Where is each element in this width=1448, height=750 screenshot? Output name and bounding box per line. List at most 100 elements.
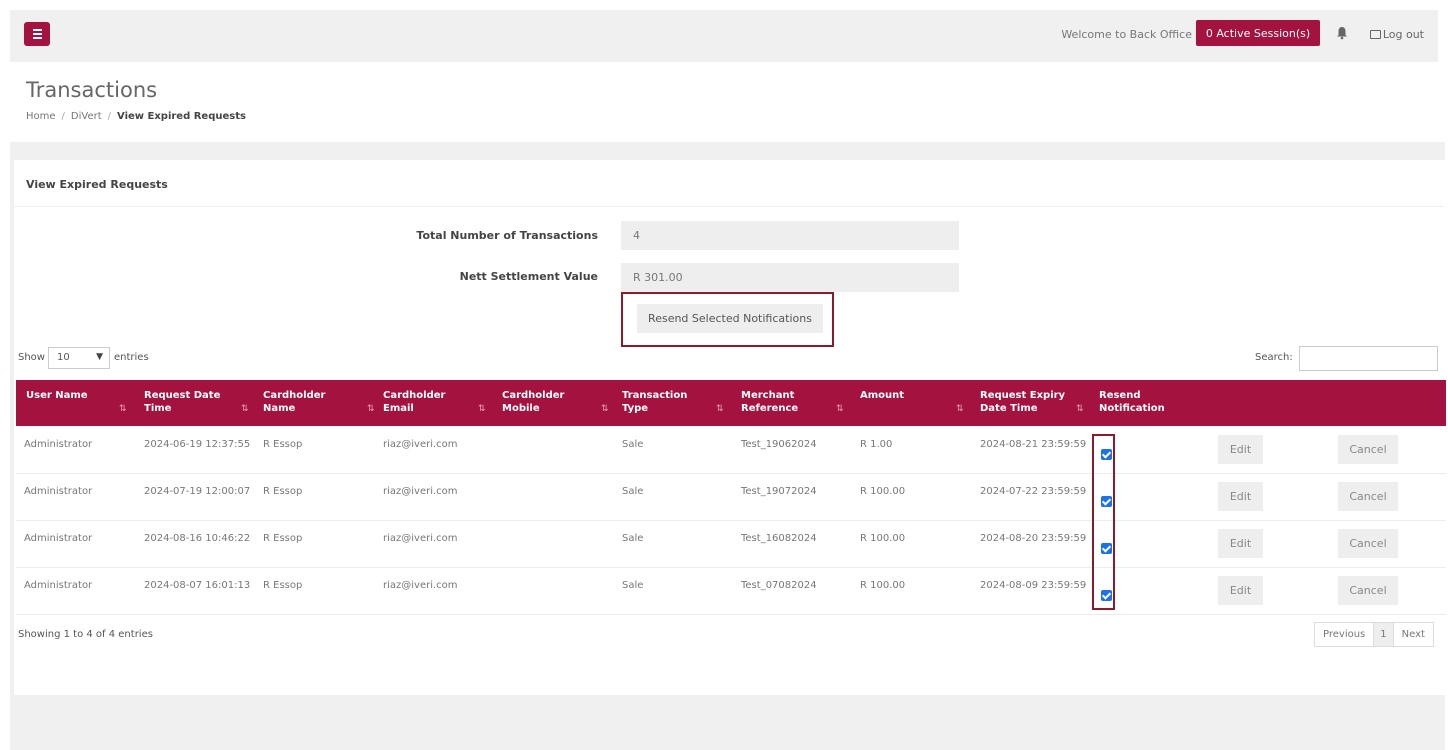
- header-line: Time: [144, 403, 172, 414]
- column-header-user-name[interactable]: User Name: [26, 389, 88, 402]
- resend-button-highlight: Resend Selected Notifications: [621, 292, 834, 347]
- sort-icon[interactable]: ⇅: [367, 404, 375, 414]
- top-bar: Welcome to Back Office 0 Active Session(…: [10, 10, 1438, 62]
- cell-transaction-type: Sale: [622, 533, 644, 544]
- search-input[interactable]: [1299, 346, 1438, 371]
- sort-icon[interactable]: ⇅: [119, 404, 127, 414]
- header-line: Cardholder: [383, 390, 446, 401]
- cell-expiry: 2024-08-09 23:59:59: [980, 580, 1087, 591]
- cancel-button[interactable]: Cancel: [1338, 482, 1398, 511]
- header-line: Transaction: [622, 390, 688, 401]
- cell-expiry: 2024-08-21 23:59:59: [980, 439, 1087, 450]
- cell-user: Administrator: [24, 486, 93, 497]
- table-header: User Name ⇅ Request Date Time ⇅ Cardholde…: [16, 380, 1446, 426]
- cell-request-date: 2024-07-19 12:00:07: [144, 486, 251, 497]
- cell-cardholder-email: riaz@iveri.com: [383, 486, 458, 497]
- nett-settlement-label: Nett Settlement Value: [459, 270, 598, 283]
- menu-button[interactable]: [24, 22, 50, 46]
- column-header-cardholder-name[interactable]: Cardholder Name: [263, 389, 325, 415]
- cancel-button[interactable]: Cancel: [1338, 576, 1398, 605]
- breadcrumb-divert[interactable]: DiVert: [71, 111, 102, 122]
- cell-user: Administrator: [24, 439, 93, 450]
- breadcrumb-separator: /: [61, 111, 65, 122]
- edit-button[interactable]: Edit: [1218, 482, 1263, 511]
- table-row: Administrator 2024-07-19 12:00:07 R Esso…: [16, 474, 1446, 521]
- cell-user: Administrator: [24, 533, 93, 544]
- cancel-button[interactable]: Cancel: [1338, 529, 1398, 558]
- breadcrumb-current: View Expired Requests: [117, 111, 246, 122]
- header-line: Email: [383, 403, 414, 414]
- cell-request-date: 2024-08-16 10:46:22: [144, 533, 251, 544]
- table-row: Administrator 2024-08-07 16:01:13 R Esso…: [16, 568, 1446, 615]
- header-line: Cardholder: [263, 390, 326, 401]
- bell-icon[interactable]: [1336, 26, 1348, 40]
- edit-button[interactable]: Edit: [1218, 435, 1263, 464]
- nett-settlement-field: R 301.00: [621, 263, 959, 292]
- cancel-button[interactable]: Cancel: [1338, 435, 1398, 464]
- active-sessions-button[interactable]: 0 Active Session(s): [1196, 20, 1320, 46]
- sort-icon[interactable]: ⇅: [601, 404, 609, 414]
- cell-merchant-reference: Test_16082024: [741, 533, 817, 544]
- column-header-amount[interactable]: Amount: [860, 389, 904, 402]
- total-transactions-field: 4: [621, 221, 959, 250]
- breadcrumb-separator: /: [107, 111, 112, 122]
- pagination: Previous 1 Next: [1314, 622, 1434, 647]
- header-line: Name: [263, 403, 296, 414]
- cell-expiry: 2024-07-22 23:59:59: [980, 486, 1087, 497]
- cell-cardholder-name: R Essop: [263, 533, 303, 544]
- header-line: Mobile: [502, 403, 540, 414]
- sort-icon[interactable]: ⇅: [836, 404, 844, 414]
- header-line: User Name: [26, 390, 88, 401]
- edit-button[interactable]: Edit: [1218, 529, 1263, 558]
- sort-icon[interactable]: ⇅: [1076, 404, 1084, 414]
- previous-page-button[interactable]: Previous: [1315, 623, 1374, 646]
- sort-icon[interactable]: ⇅: [241, 404, 249, 414]
- cell-request-date: 2024-08-07 16:01:13: [144, 580, 251, 591]
- logout-link[interactable]: Log out: [1369, 28, 1424, 41]
- cell-cardholder-email: riaz@iveri.com: [383, 439, 458, 450]
- page-1-button[interactable]: 1: [1373, 623, 1394, 646]
- column-header-merchant-reference[interactable]: Merchant Reference: [741, 389, 798, 415]
- panel-title: View Expired Requests: [26, 178, 168, 191]
- cell-transaction-type: Sale: [622, 580, 644, 591]
- resend-selected-notifications-button[interactable]: Resend Selected Notifications: [637, 304, 823, 333]
- total-transactions-label: Total Number of Transactions: [416, 229, 598, 242]
- cell-cardholder-name: R Essop: [263, 580, 303, 591]
- entries-select[interactable]: 10 ▼: [48, 347, 110, 369]
- cell-cardholder-email: riaz@iveri.com: [383, 533, 458, 544]
- edit-button[interactable]: Edit: [1218, 576, 1263, 605]
- cell-cardholder-email: riaz@iveri.com: [383, 580, 458, 591]
- show-label: Show: [18, 352, 45, 363]
- logout-label: Log out: [1382, 28, 1424, 41]
- next-page-button[interactable]: Next: [1393, 623, 1433, 646]
- page-title: Transactions: [26, 78, 158, 102]
- search-label: Search:: [1255, 352, 1293, 363]
- cell-merchant-reference: Test_19072024: [741, 486, 817, 497]
- column-header-cardholder-mobile[interactable]: Cardholder Mobile: [502, 389, 564, 415]
- column-header-resend-notification: Resend Notification: [1099, 389, 1165, 415]
- cell-merchant-reference: Test_07082024: [741, 580, 817, 591]
- header-line: Request Date: [144, 390, 221, 401]
- header-line: Date Time: [980, 403, 1038, 414]
- header-line: Notification: [1099, 403, 1165, 414]
- column-header-request-date-time[interactable]: Request Date Time: [144, 389, 220, 415]
- sort-icon[interactable]: ⇅: [956, 404, 964, 414]
- header-line: Amount: [860, 390, 905, 401]
- cell-amount: R 1.00: [860, 439, 893, 450]
- breadcrumb-home[interactable]: Home: [26, 111, 56, 122]
- cell-amount: R 100.00: [860, 580, 906, 591]
- header-line: Merchant: [741, 390, 795, 401]
- header-line: Type: [622, 403, 649, 414]
- column-header-cardholder-email[interactable]: Cardholder Email: [383, 389, 445, 415]
- cell-cardholder-name: R Essop: [263, 486, 303, 497]
- cell-cardholder-name: R Essop: [263, 439, 303, 450]
- column-header-transaction-type[interactable]: Transaction Type: [622, 389, 687, 415]
- hamburger-icon-line: [33, 37, 42, 39]
- sort-icon[interactable]: ⇅: [716, 404, 724, 414]
- cell-amount: R 100.00: [860, 486, 906, 497]
- logout-icon: [1369, 30, 1381, 39]
- entries-select-value: 10: [57, 352, 70, 363]
- cell-request-date: 2024-06-19 12:37:55: [144, 439, 251, 450]
- sort-icon[interactable]: ⇅: [478, 404, 486, 414]
- column-header-request-expiry[interactable]: Request Expiry Date Time: [980, 389, 1065, 415]
